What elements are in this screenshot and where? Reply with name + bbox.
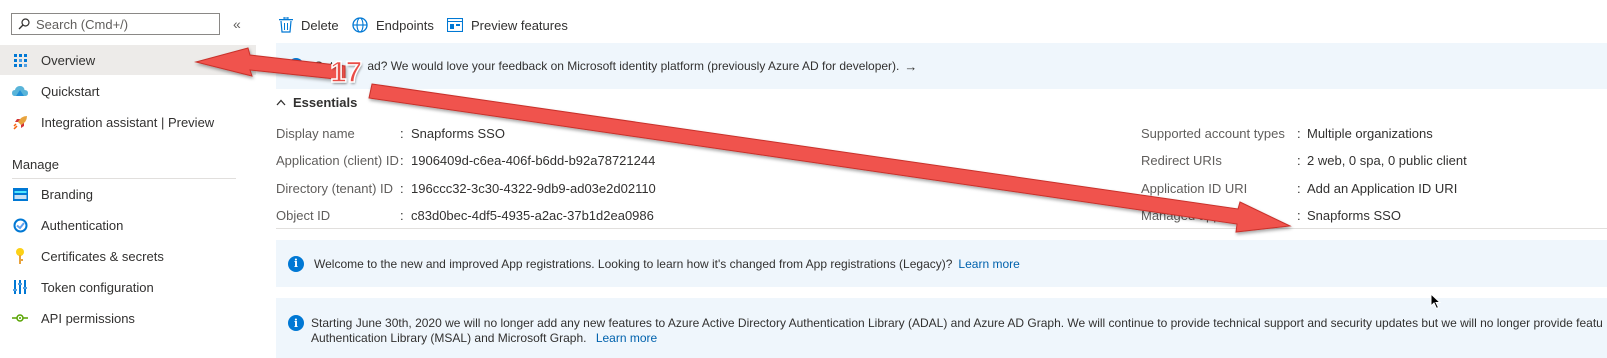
client-id-label: Application (client) ID [276,153,399,168]
endpoints-button[interactable]: Endpoints [352,15,434,35]
sidebar-item-token-configuration[interactable]: Token configuration [0,272,256,302]
sidebar-item-quickstart[interactable]: Quickstart [0,76,256,106]
authentication-icon [12,217,28,233]
section-manage-heading: Manage [12,157,59,172]
trash-icon [279,17,293,33]
feedback-text-start: Got [314,59,334,73]
api-permissions-icon [12,310,28,326]
welcome-text: Welcome to the new and improved App regi… [314,256,953,271]
adal-learn-more-link[interactable]: Learn more [596,331,657,345]
managed-app-label: Managed application ... [1141,208,1276,223]
tenant-id-label: Directory (tenant) ID [276,181,394,196]
sidebar-item-label: API permissions [41,310,135,326]
redirect-uris-link[interactable]: 2 web, 0 spa, 0 public client [1307,153,1467,168]
delete-button[interactable]: Delete [279,15,339,35]
managed-app-link[interactable]: Snapforms SSO [1307,208,1401,223]
adal-text-line2-wrap: Authentication Library (MSAL) and Micros… [311,331,657,345]
adal-deprecation-banner: i Starting June 30th, 2020 we will no lo… [276,298,1607,358]
info-icon: i [288,58,304,74]
sidebar-item-label: Overview [41,52,96,68]
cloud-icon [12,83,28,99]
sidebar-item-label: Quickstart [41,83,100,99]
info-icon: i [288,315,304,331]
collapse-sidebar-icon[interactable]: « [233,16,241,32]
branding-icon [12,186,28,202]
delete-label: Delete [301,17,339,33]
separator-colon: : [400,181,404,196]
sidebar-item-api-permissions[interactable]: API permissions [0,303,256,333]
overview-grid-icon [12,52,28,68]
sidebar: Search (Cmd+/) « Overview Quickstart Int… [0,0,256,345]
display-name-link[interactable]: Snapforms SSO [411,126,505,141]
add-app-id-uri-link[interactable]: Add an Application ID URI [1307,181,1457,196]
preview-features-label: Preview features [471,17,568,33]
sidebar-item-label: Certificates & secrets [41,248,164,264]
tenant-id-value: 196ccc32-3c30-4322-9db9-ad03e2d02110 [411,181,656,196]
separator-colon: : [1297,126,1301,141]
separator-colon: : [1297,153,1301,168]
sidebar-item-label: Token configuration [41,279,154,295]
mouse-cursor-icon [1430,293,1442,310]
welcome-learn-more-link[interactable]: Learn more [958,257,1019,271]
sidebar-item-label: Authentication [41,217,124,233]
preview-features-icon [447,18,463,32]
display-name-label: Display name [276,126,355,141]
separator-colon: : [400,126,404,141]
sidebar-item-overview[interactable]: Overview [0,45,256,75]
separator-colon: : [1297,181,1301,196]
essentials-divider [276,228,1607,229]
endpoints-label: Endpoints [376,17,434,33]
search-icon [18,18,30,30]
feedback-banner[interactable]: i Got ad? We would love your feedback on… [276,43,1607,89]
sidebar-item-branding[interactable]: Branding [0,179,256,209]
sidebar-item-label: Branding [41,186,94,202]
feedback-arrow-icon[interactable]: → [904,59,917,74]
sidebar-item-certificates-secrets[interactable]: Certificates & secrets [0,241,256,271]
separator-colon: : [400,208,404,223]
sidebar-item-integration-assistant[interactable]: Integration assistant | Preview [0,107,256,137]
separator-colon: : [1297,208,1301,223]
feedback-text: ad? We would love your feedback on Micro… [367,59,900,73]
sidebar-item-label: Integration assistant | Preview [41,114,215,130]
adal-text-line2: Authentication Library (MSAL) and Micros… [311,331,587,345]
rocket-icon [12,114,28,130]
object-id-label: Object ID [276,208,331,223]
essentials-toggle[interactable]: Essentials [276,95,357,110]
preview-features-button[interactable]: Preview features [447,15,568,35]
key-icon [12,248,28,264]
adal-text-line1: Starting June 30th, 2020 we will no long… [311,316,1603,330]
info-icon: i [288,255,304,272]
welcome-banner: i Welcome to the new and improved App re… [276,240,1607,287]
search-placeholder: Search (Cmd+/) [36,16,129,32]
account-types-link[interactable]: Multiple organizations [1307,126,1433,141]
client-id-value: 1906409d-c6ea-406f-b6dd-b92a78721244 [411,153,656,168]
token-bars-icon [12,279,28,295]
search-input[interactable]: Search (Cmd+/) [11,13,220,35]
object-id-value: c83d0bec-4df5-4935-a2ac-37b1d2ea0986 [411,208,654,223]
redirect-uris-label: Redirect URIs [1141,153,1222,168]
account-types-label: Supported account types [1141,126,1285,141]
essentials-title: Essentials [293,95,358,110]
chevron-up-icon [276,99,286,106]
separator-colon: : [400,153,404,168]
app-id-uri-label: Application ID URI [1141,181,1248,196]
globe-icon [352,17,368,33]
sidebar-item-authentication[interactable]: Authentication [0,210,256,240]
